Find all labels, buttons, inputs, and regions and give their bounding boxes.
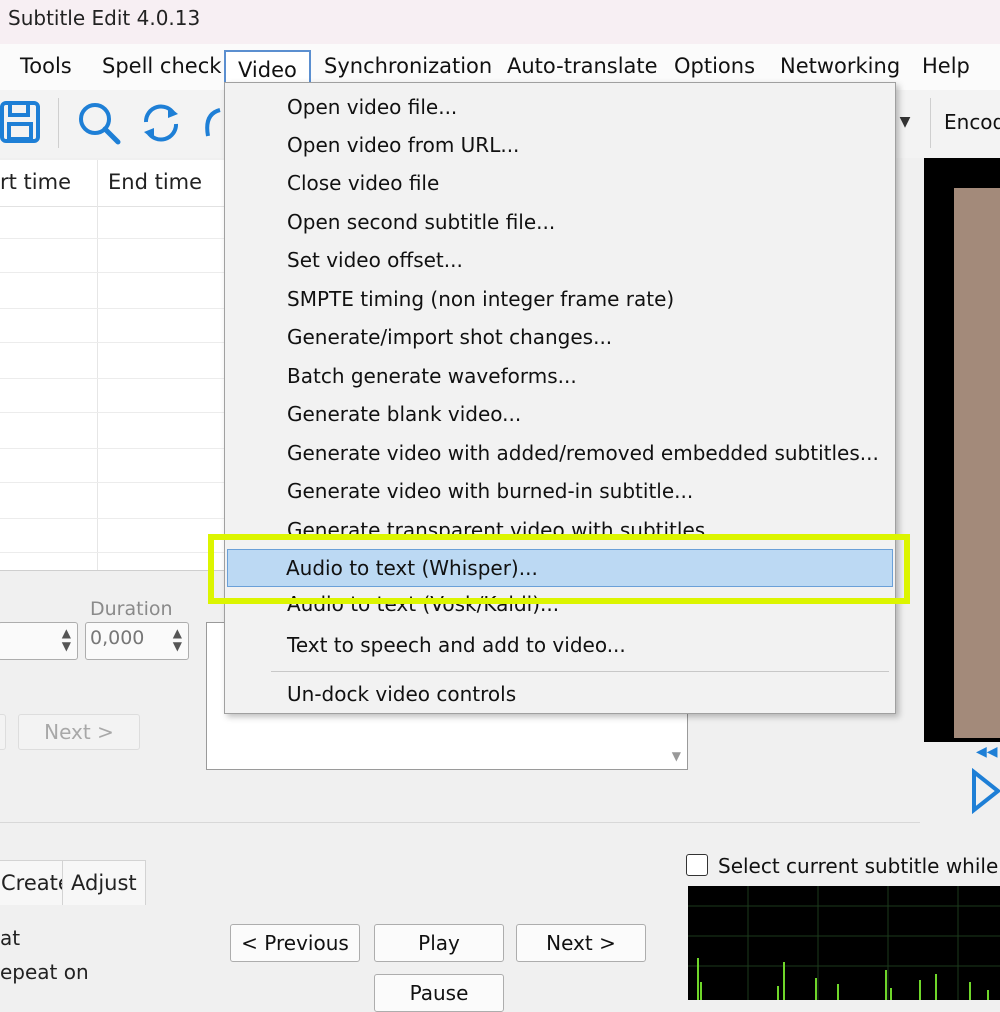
option-label: at xyxy=(0,926,21,950)
undo-icon[interactable] xyxy=(200,108,224,142)
video-preview[interactable] xyxy=(924,158,1000,742)
menu-item-audio-to-text-vosk[interactable]: Audio to text (Vosk/Kaldi)... xyxy=(229,593,891,619)
menu-item-label: Close video file xyxy=(287,171,440,195)
video-frame xyxy=(954,188,1000,738)
select-current-subtitle-checkbox[interactable] xyxy=(686,854,708,876)
repeat-label: epeat on xyxy=(0,960,89,984)
chevron-down-icon[interactable]: ▼ xyxy=(893,102,917,142)
menu-item-label: Set video offset... xyxy=(287,248,463,272)
column-start-time[interactable]: rt time xyxy=(0,170,71,194)
table-row[interactable] xyxy=(0,412,226,413)
video-menu-dropdown: Open video file... Open video from URL..… xyxy=(224,82,896,714)
next-button[interactable]: Next > xyxy=(516,924,646,962)
spinner-arrows-icon[interactable]: ▲ ▼ xyxy=(173,627,182,653)
menu-item-label: Generate video with burned-in subtitle..… xyxy=(287,479,694,503)
refresh-icon[interactable] xyxy=(138,100,184,150)
grid-header: rt time End time xyxy=(0,160,226,207)
rewind-icon[interactable]: ◀◀ xyxy=(976,744,998,760)
save-icon[interactable] xyxy=(0,100,42,148)
menu-item-label: Un-dock video controls xyxy=(287,682,517,706)
title-bar: Subtitle Edit 4.0.13 xyxy=(0,0,1000,44)
menu-item-label: Generate blank video... xyxy=(287,402,522,426)
menu-item-generate-shot-changes[interactable]: Generate/import shot changes... xyxy=(229,319,891,355)
checkbox-label: Select current subtitle while pla xyxy=(718,854,1000,878)
menu-item-label: Open video from URL... xyxy=(287,133,520,157)
duration-stepper[interactable]: 0,000 ▲ ▼ xyxy=(85,622,189,660)
menu-item-generate-video-embedded-subtitles[interactable]: Generate video with added/removed embedd… xyxy=(229,435,891,471)
menu-item-smpte-timing[interactable]: SMPTE timing (non integer frame rate) xyxy=(229,281,891,317)
next-button[interactable]: Next > xyxy=(18,714,140,750)
menu-spell-check[interactable]: Spell check xyxy=(102,44,221,88)
table-row[interactable] xyxy=(0,272,226,273)
duration-value[interactable]: 0,000 xyxy=(90,627,144,649)
table-row[interactable] xyxy=(0,308,226,309)
menu-item-text-to-speech[interactable]: Text to speech and add to video... xyxy=(229,627,891,663)
menu-item-label: Audio to text (Whisper)... xyxy=(286,556,538,580)
menu-item-label: Text to speech and add to video... xyxy=(287,633,626,657)
menu-item-generate-transparent-video[interactable]: Generate transparent video with subtitle… xyxy=(229,512,891,534)
search-icon[interactable] xyxy=(76,100,122,150)
pause-button[interactable]: Pause xyxy=(374,974,504,1012)
menu-item-label: Audio to text (Vosk/Kaldi)... xyxy=(287,593,560,616)
spinner-arrows-icon[interactable]: ▲ ▼ xyxy=(62,627,71,653)
menu-item-open-second-subtitle[interactable]: Open second subtitle file... xyxy=(229,204,891,240)
table-row[interactable] xyxy=(0,482,226,483)
table-row[interactable] xyxy=(0,518,226,519)
window-title: Subtitle Edit 4.0.13 xyxy=(8,6,201,30)
menu-item-audio-to-text-whisper[interactable]: Audio to text (Whisper)... xyxy=(227,549,893,587)
toolbar-separator xyxy=(930,98,931,148)
audio-waveform[interactable] xyxy=(688,886,1000,1000)
menu-item-label: SMPTE timing (non integer frame rate) xyxy=(287,287,675,311)
encoding-label: Encod xyxy=(944,110,1000,134)
table-row[interactable] xyxy=(0,552,226,553)
menu-item-label: Generate/import shot changes... xyxy=(287,325,613,349)
menu-item-set-video-offset[interactable]: Set video offset... xyxy=(229,242,891,278)
duration-label: Duration xyxy=(90,598,173,620)
waveform-graph xyxy=(688,886,1000,1000)
subtitle-grid[interactable]: rt time End time xyxy=(0,160,226,571)
menu-item-generate-video-burned-in[interactable]: Generate video with burned-in subtitle..… xyxy=(229,473,891,509)
menu-item-label: Open second subtitle file... xyxy=(287,210,556,234)
menu-item-label: Generate transparent video with subtitle… xyxy=(287,518,725,534)
start-time-stepper[interactable]: ▲ ▼ xyxy=(0,622,78,660)
menu-item-batch-generate-waveforms[interactable]: Batch generate waveforms... xyxy=(229,358,891,394)
menu-item-close-video-file[interactable]: Close video file xyxy=(229,165,891,201)
menu-separator xyxy=(271,671,889,672)
table-row[interactable] xyxy=(0,238,226,239)
menu-item-label: Generate video with added/removed embedd… xyxy=(287,441,879,465)
menu-item-undock-video-controls[interactable]: Un-dock video controls xyxy=(229,676,891,712)
menu-item-open-video-from-url[interactable]: Open video from URL... xyxy=(229,127,891,163)
menu-item-label: Batch generate waveforms... xyxy=(287,364,577,388)
previous-button[interactable]: < Previous xyxy=(230,924,360,962)
play-button[interactable]: Play xyxy=(374,924,504,962)
toolbar-separator xyxy=(58,98,59,148)
bottom-panel: Create Adjust at epeat on < Previous Pla… xyxy=(0,848,680,1012)
table-row[interactable] xyxy=(0,342,226,343)
play-icon[interactable] xyxy=(970,767,1000,818)
previous-button-partial[interactable] xyxy=(0,714,6,750)
column-end-time[interactable]: End time xyxy=(108,170,202,194)
menu-item-open-video-file[interactable]: Open video file... xyxy=(229,89,891,125)
grid-column-divider xyxy=(97,160,98,570)
select-current-subtitle-option[interactable]: Select current subtitle while pla xyxy=(686,852,1000,886)
menu-item-generate-blank-video[interactable]: Generate blank video... xyxy=(229,396,891,432)
tab-adjust[interactable]: Adjust xyxy=(62,860,146,905)
menu-item-label: Open video file... xyxy=(287,95,458,119)
menu-tools[interactable]: Tools xyxy=(20,44,72,88)
table-row[interactable] xyxy=(0,448,226,449)
scroll-down-icon[interactable]: ▼ xyxy=(672,749,681,763)
menu-help[interactable]: Help xyxy=(922,44,970,88)
table-row[interactable] xyxy=(0,378,226,379)
